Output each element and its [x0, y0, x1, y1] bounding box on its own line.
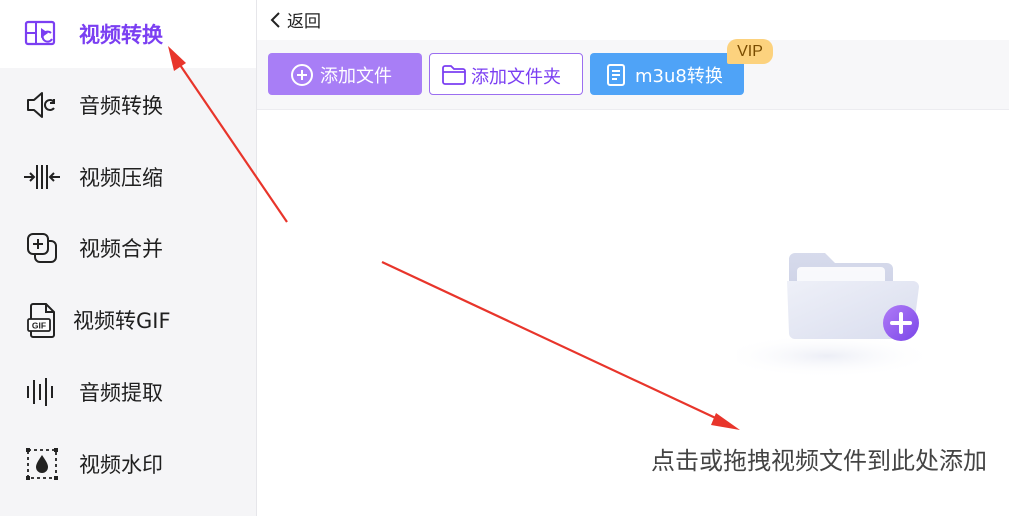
- sidebar-item-label: 音频提取: [79, 381, 163, 405]
- sidebar-item-label: 视频合并: [79, 237, 163, 261]
- audio-convert-icon: [22, 85, 62, 125]
- sidebar-item-video-to-gif[interactable]: GIF 视频转GIF: [0, 286, 256, 354]
- add-folder-label: 添加文件夹: [471, 67, 561, 88]
- toolbar: 添加文件 添加文件夹 m3u8转换: [257, 40, 1009, 110]
- sidebar-item-label: 视频转换: [79, 23, 163, 47]
- main-panel: 返回 添加文件 添加文件夹 m3u8转换 VIP 点击或拖拽视频文件到此处添加: [257, 0, 1009, 516]
- svg-text:GIF: GIF: [32, 321, 46, 331]
- folder-icon: [442, 65, 466, 85]
- add-file-button[interactable]: 添加文件: [268, 53, 422, 95]
- video-merge-icon: [22, 228, 62, 268]
- add-folder-button[interactable]: 添加文件夹: [429, 53, 583, 95]
- audio-extract-icon: [22, 372, 62, 412]
- plus-circle-icon: [291, 64, 313, 86]
- watermark-icon: [22, 444, 62, 484]
- video-compress-icon: [22, 157, 62, 197]
- top-bar: 返回: [257, 0, 1009, 40]
- folder-add-illustration-icon: [737, 253, 937, 378]
- sidebar-item-video-compress[interactable]: 视频压缩: [0, 143, 256, 211]
- add-file-label: 添加文件: [320, 66, 392, 87]
- sidebar-item-label: 视频水印: [79, 453, 163, 477]
- m3u8-convert-button[interactable]: m3u8转换: [590, 53, 744, 95]
- sidebar-item-video-merge[interactable]: 视频合并: [0, 214, 256, 282]
- sidebar-item-audio-extract[interactable]: 音频提取: [0, 358, 256, 426]
- file-drop-zone[interactable]: 点击或拖拽视频文件到此处添加: [257, 111, 1009, 516]
- app-window: 视频转换 音频转换 视频压缩 视频合并 GIF 视频转GIF 音频提取 视频水印…: [0, 0, 1009, 516]
- drop-hint-text: 点击或拖拽视频文件到此处添加: [651, 447, 987, 475]
- document-icon: [607, 64, 625, 86]
- video-convert-icon: [22, 14, 62, 54]
- sidebar-item-label: 视频压缩: [79, 166, 163, 190]
- sidebar-item-video-convert[interactable]: 视频转换: [0, 0, 256, 68]
- m3u8-convert-label: m3u8转换: [635, 66, 723, 87]
- gif-icon: GIF: [22, 300, 62, 340]
- back-label: 返回: [287, 12, 321, 32]
- sidebar-item-video-watermark[interactable]: 视频水印: [0, 430, 256, 498]
- sidebar-item-label: 视频转GIF: [73, 309, 171, 333]
- sidebar-item-audio-convert[interactable]: 音频转换: [0, 71, 256, 139]
- sidebar-item-label: 音频转换: [79, 94, 163, 118]
- vip-badge: VIP: [727, 39, 773, 64]
- sidebar: 视频转换 音频转换 视频压缩 视频合并 GIF 视频转GIF 音频提取 视频水印: [0, 0, 257, 516]
- back-button[interactable]: 返回: [269, 7, 321, 32]
- chevron-left-icon: [270, 11, 280, 28]
